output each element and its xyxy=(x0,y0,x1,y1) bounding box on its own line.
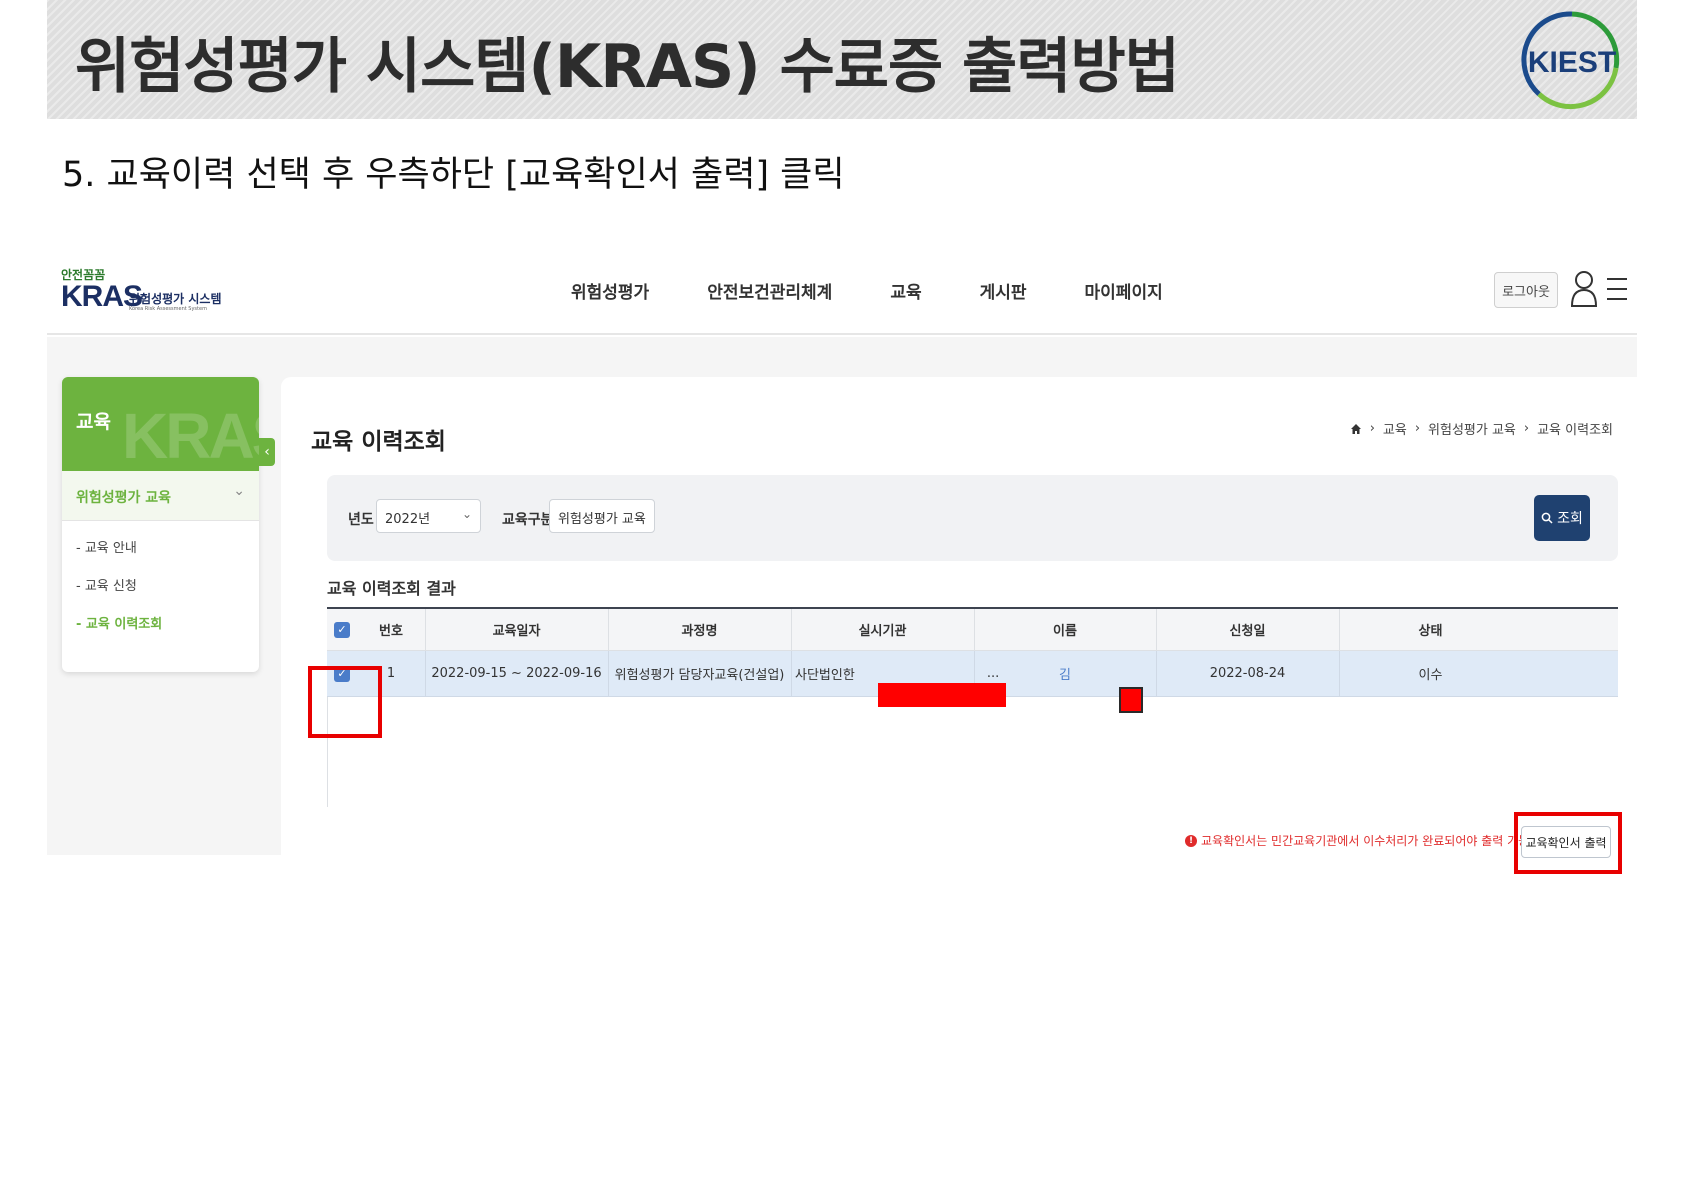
header-org: 실시기관 xyxy=(858,624,907,639)
slide-title: 위험성평가 시스템(KRAS) 수료증 출력방법 xyxy=(75,32,1180,102)
sidebar-header: KRAS 교육 xyxy=(62,377,259,472)
nav-risk-assessment[interactable]: 위험성평가 xyxy=(571,278,649,303)
kras-logo[interactable]: 안전꼼꼼 KRAS 위험성평가 시스템 Korea Risk Assessmen… xyxy=(61,266,241,326)
header-applied: 신청일 xyxy=(1229,624,1266,639)
highlight-row-checkbox xyxy=(308,666,382,738)
main-nav: 위험성평가 안전보건관리체계 교육 게시판 마이페이지 xyxy=(571,278,1221,303)
kras-screenshot: 안전꼼꼼 KRAS 위험성평가 시스템 Korea Risk Assessmen… xyxy=(47,250,1637,855)
home-icon xyxy=(1350,423,1361,434)
breadcrumb-item: 교육 이력조회 xyxy=(1537,423,1613,438)
year-label: 년도 xyxy=(348,512,374,528)
redaction-name xyxy=(1119,687,1143,713)
user-icon[interactable] xyxy=(1569,268,1599,310)
cell-date: 2022-09-15 ~ 2022-09-16 xyxy=(431,666,602,681)
nav-safety-management[interactable]: 안전보건관리체계 xyxy=(707,278,832,303)
chevron-down-icon: ⌄ xyxy=(635,507,646,521)
sidebar-item-education-apply[interactable]: - 교육 신청 xyxy=(76,575,137,594)
cell-org-text: 사단법인한 xyxy=(795,668,855,683)
header-date: 교육일자 xyxy=(492,624,541,639)
sidebar-title: 교육 xyxy=(76,411,111,433)
breadcrumb-item[interactable]: 위험성평가 교육 xyxy=(1428,419,1516,438)
breadcrumb-separator-icon: › xyxy=(1414,421,1421,436)
search-button[interactable]: 조회 xyxy=(1534,495,1590,541)
header-status: 상태 xyxy=(1418,624,1443,639)
breadcrumb-separator-icon: › xyxy=(1523,421,1530,436)
kiest-logo-text: KIEST xyxy=(1528,46,1616,79)
cell-applied: 2022-08-24 xyxy=(1209,666,1286,681)
header-name: 이름 xyxy=(1053,624,1077,639)
education-type-value: 위험성평가 교육 xyxy=(558,512,646,527)
checkbox-checked-icon[interactable]: ✓ xyxy=(334,621,350,638)
sidebar-item-education-guide[interactable]: - 교육 안내 xyxy=(76,537,137,556)
brand-subtitle: 위험성평가 시스템 xyxy=(129,292,222,306)
header-course: 과정명 xyxy=(681,624,718,639)
education-type-label: 교육구분 xyxy=(502,512,554,528)
result-section-title: 교육 이력조회 결과 xyxy=(327,579,456,598)
site-header: 안전꼼꼼 KRAS 위험성평가 시스템 Korea Risk Assessmen… xyxy=(47,250,1637,335)
alert-icon: ! xyxy=(1185,834,1197,847)
sidebar-item-education-history[interactable]: - 교육 이력조회 xyxy=(76,613,162,632)
header-select-all[interactable]: ✓ xyxy=(327,609,357,650)
header-no: 번호 xyxy=(379,624,403,639)
logout-button[interactable]: 로그아웃 xyxy=(1494,272,1558,308)
nav-mypage[interactable]: 마이페이지 xyxy=(1085,278,1163,303)
cell-course: 위험성평가 담당자교육(건설업) xyxy=(614,668,785,683)
breadcrumb: › 교육 › 위험성평가 교육 › 교육 이력조회 xyxy=(1350,419,1613,438)
sidebar-collapse-icon[interactable]: ‹ xyxy=(259,438,275,466)
content-card: 교육 이력조회 › 교육 › 위험성평가 교육 › 교육 이력조회 년도 202… xyxy=(281,377,1637,855)
page-title: 교육 이력조회 xyxy=(311,429,446,455)
chevron-down-icon: ⌄ xyxy=(461,507,472,521)
sidebar-group-risk-education[interactable]: 위험성평가 교육 ⌄ xyxy=(62,471,259,521)
table-header-row: ✓ 번호 교육일자 과정명 실시기관 이름 신청일 상태 xyxy=(327,607,1618,651)
year-select[interactable]: 2022년 ⌄ xyxy=(376,499,481,533)
search-icon xyxy=(1541,512,1553,524)
cell-status: 이수 xyxy=(1418,668,1443,683)
breadcrumb-separator-icon: › xyxy=(1369,421,1375,436)
sidebar-group-label: 위험성평가 교육 xyxy=(76,490,172,506)
nav-board[interactable]: 게시판 xyxy=(980,278,1027,303)
left-sidebar: KRAS 교육 위험성평가 교육 ⌄ - 교육 안내 - 교육 신청 - 교육 … xyxy=(62,377,259,672)
year-select-value: 2022년 xyxy=(385,512,431,527)
search-filter-panel: 년도 2022년 ⌄ 교육구분 위험성평가 교육 ⌄ 조회 xyxy=(327,475,1618,561)
slide-title-bar: 위험성평가 시스템(KRAS) 수료증 출력방법 KIEST xyxy=(47,0,1637,119)
nav-education[interactable]: 교육 xyxy=(890,278,921,303)
highlight-print-button xyxy=(1514,812,1622,874)
brand-english: Korea Risk Assessment System xyxy=(129,306,207,312)
search-button-label: 조회 xyxy=(1557,511,1583,527)
sidebar-watermark: KRAS xyxy=(122,400,259,472)
education-type-select[interactable]: 위험성평가 교육 ⌄ xyxy=(549,499,655,533)
step-instruction: 5. 교육이력 선택 후 우측하단 [교육확인서 출력] 클릭 xyxy=(62,155,845,195)
redaction-org xyxy=(878,683,1006,707)
kiest-logo: KIEST xyxy=(1519,8,1625,110)
chevron-down-icon: ⌄ xyxy=(233,483,245,499)
hamburger-menu-icon[interactable] xyxy=(1605,274,1629,304)
breadcrumb-item[interactable]: 교육 xyxy=(1383,419,1407,438)
